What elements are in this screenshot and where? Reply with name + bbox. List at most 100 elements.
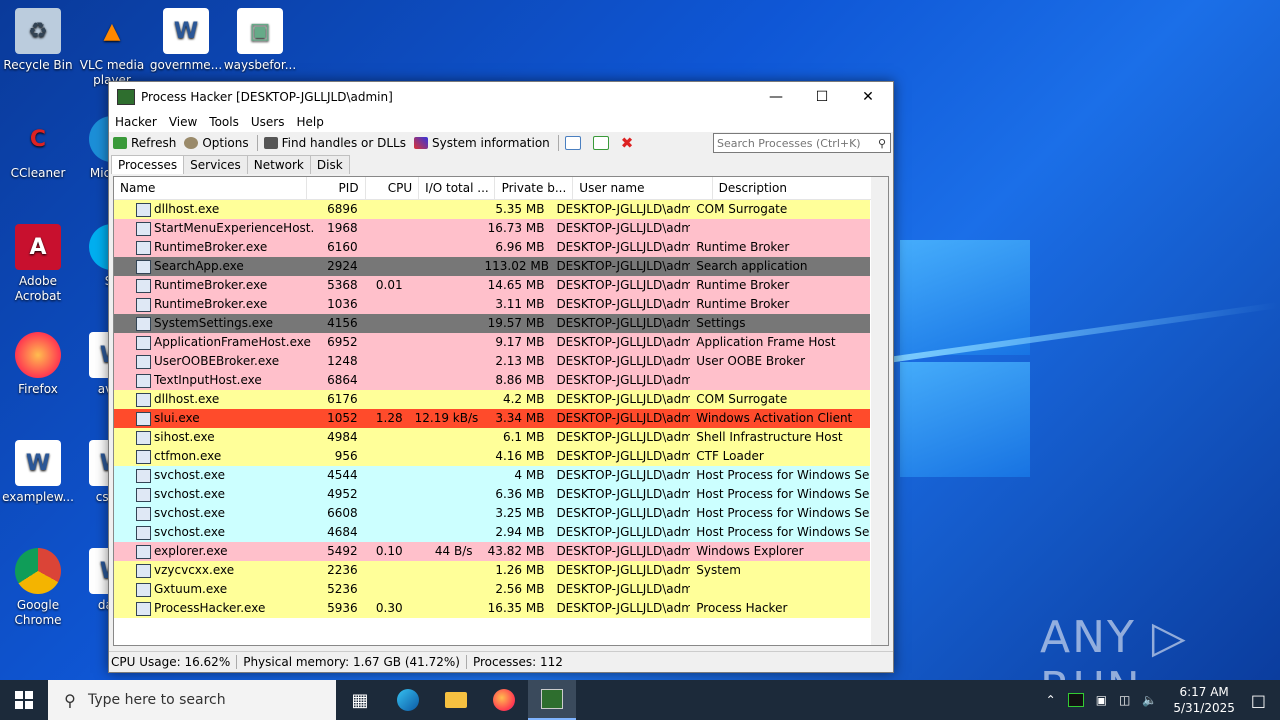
table-row[interactable]: RuntimeBroker.exe 6160 6.96 MB DESKTOP-JGLL… (114, 238, 870, 257)
process-hacker-window[interactable]: Process Hacker [DESKTOP-JGLLJLD\admin] —… (108, 81, 894, 673)
column-header-private-bytes[interactable]: Private b... (495, 177, 574, 199)
clock[interactable]: 6:17 AM 5/31/2025 (1173, 684, 1235, 716)
table-row[interactable]: SystemSettings.exe 4156 19.57 MB DESKTOP-JG… (114, 314, 870, 333)
cell-name: UserOOBEBroker.exe (114, 352, 314, 371)
start-button[interactable] (0, 680, 48, 720)
desktop-icon-waysbefor[interactable]: ▣ waysbefor... (222, 8, 298, 73)
cell-cpu (364, 561, 409, 580)
task-view-icon[interactable]: ▦ (336, 680, 384, 720)
process-icon (136, 203, 151, 217)
table-row[interactable]: svchost.exe 4684 2.94 MB DESKTOP-JGLLJLD\ad… (114, 523, 870, 542)
tab-services[interactable]: Services (183, 155, 248, 174)
tray-device-icon[interactable]: ▣ (1096, 693, 1107, 707)
table-row[interactable]: SearchApp.exe 2924 113.02 MB DESKTOP-JGLLJL… (114, 257, 870, 276)
clock-time: 6:17 AM (1179, 685, 1229, 699)
cell-io (409, 485, 479, 504)
notification-icon[interactable]: □ (1251, 691, 1266, 710)
terminate-button[interactable]: ✖ (621, 134, 634, 152)
table-row[interactable]: dllhost.exe 6896 5.35 MB DESKTOP-JGLLJLD\ad… (114, 200, 870, 219)
table-row[interactable]: StartMenuExperienceHost.... 1968 16.73 MB D… (114, 219, 870, 238)
table-row[interactable]: RuntimeBroker.exe 1036 3.11 MB DESKTOP-JGLL… (114, 295, 870, 314)
cell-desc: CTF Loader (696, 449, 764, 463)
window-button[interactable] (564, 136, 585, 150)
column-header-description[interactable]: Description (713, 177, 888, 199)
process-name: RuntimeBroker.exe (154, 297, 268, 311)
file-explorer-icon[interactable] (432, 680, 480, 720)
desktop-icon-adobe-acrobat[interactable]: A Adobe Acrobat (0, 224, 76, 304)
chrome-icon (15, 548, 61, 594)
cell-desc: Runtime Broker (696, 297, 790, 311)
cell-name: SystemSettings.exe (114, 314, 314, 333)
tray-app-icon[interactable] (1067, 693, 1084, 707)
minimize-button[interactable]: — (753, 82, 799, 112)
cell-io (409, 466, 479, 485)
column-header-pid[interactable]: PID (307, 177, 366, 199)
desktop-icon-examplew[interactable]: Wexamplew... (0, 440, 76, 505)
process-name: ctfmon.exe (154, 449, 222, 463)
cell-name: StartMenuExperienceHost.... (114, 219, 314, 238)
table-row[interactable]: svchost.exe 6608 3.25 MB DESKTOP-JGLLJLD\ad… (114, 504, 870, 523)
menu-help[interactable]: Help (296, 115, 323, 129)
cell-cpu (364, 333, 409, 352)
table-row[interactable]: vzycvcxx.exe 2236 1.26 MB DESKTOP-JGLLJLD\a… (114, 561, 870, 580)
table-row[interactable]: ctfmon.exe 956 4.16 MB DESKTOP-JGLLJLD\admi… (114, 447, 870, 466)
desktop-icon-governme[interactable]: Wgovernme... (148, 8, 224, 73)
table-row[interactable]: UserOOBEBroker.exe 1248 2.13 MB DESKTOP-JGL… (114, 352, 870, 371)
desktop-icon-recycle-bin[interactable]: ♻ Recycle Bin (0, 8, 76, 73)
table-row[interactable]: slui.exe 1052 1.28 12.19 kB/s 3.34 MB DESKTOP… (114, 409, 870, 428)
vertical-scrollbar[interactable] (871, 177, 888, 645)
table-row[interactable]: svchost.exe 4952 6.36 MB DESKTOP-JGLLJLD\ad… (114, 485, 870, 504)
table-row[interactable]: explorer.exe 5492 0.10 44 B/s 43.82 MB DESKTO… (114, 542, 870, 561)
new-window-button[interactable] (592, 136, 613, 150)
cell-pid: 2236 (327, 563, 358, 577)
desktop-icon-ccleaner[interactable]: C CCleaner (0, 116, 76, 181)
table-row[interactable]: RuntimeBroker.exe 5368 0.01 14.65 MB DESKTOP… (114, 276, 870, 295)
volume-icon[interactable]: 🔈 (1142, 693, 1157, 707)
cell-desc: Process Hacker (696, 601, 788, 615)
menu-hacker[interactable]: Hacker (115, 115, 157, 129)
desktop-icon-firefox[interactable]: Firefox (0, 332, 76, 397)
close-button[interactable]: ✕ (845, 82, 891, 112)
column-header-user-name[interactable]: User name (573, 177, 713, 199)
desktop-icon-vlc-media-player[interactable]: ▲ VLC media player (74, 8, 150, 88)
table-row[interactable]: sihost.exe 4984 6.1 MB DESKTOP-JGLLJLD\admi… (114, 428, 870, 447)
options-button[interactable]: Options (184, 136, 249, 150)
desktop-icon-google-chrome[interactable]: Google Chrome (0, 548, 76, 628)
menu-users[interactable]: Users (251, 115, 285, 129)
cell-name: ProcessHacker.exe (114, 599, 314, 618)
maximize-button[interactable]: ☐ (799, 82, 845, 112)
column-header-cpu[interactable]: CPU (366, 177, 420, 199)
taskbar-search-box[interactable]: ⚲ Type here to search (48, 680, 336, 720)
column-header-io[interactable]: I/O total ... (419, 177, 496, 199)
table-row[interactable]: dllhost.exe 6176 4.2 MB DESKTOP-JGLLJLD\adm… (114, 390, 870, 409)
chevron-up-icon[interactable]: ⌃ (1046, 693, 1056, 707)
process-name: ProcessHacker.exe (154, 601, 266, 615)
table-row[interactable]: Gxtuum.exe 5236 2.56 MB DESKTOP-JGLLJLD\adm… (114, 580, 870, 599)
tab-network[interactable]: Network (246, 155, 311, 174)
menu-view[interactable]: View (169, 115, 197, 129)
column-header-name[interactable]: Name (114, 177, 308, 199)
cell-cpu (364, 485, 409, 504)
process-list[interactable]: Name PID CPU I/O total ... Private b... … (113, 176, 889, 646)
network-icon[interactable]: ◫ (1119, 693, 1130, 707)
find-handles-button[interactable]: Find handles or DLLs (263, 136, 406, 150)
tab-disk[interactable]: Disk (309, 155, 350, 174)
cell-pid: 4952 (327, 487, 358, 501)
search-icon[interactable]: ⚲ (878, 137, 886, 150)
table-row[interactable]: svchost.exe 4544 4 MB DESKTOP-JGLLJLD\admi H… (114, 466, 870, 485)
search-processes-box[interactable]: ⚲ (713, 133, 891, 153)
edge-taskbar-icon[interactable] (384, 680, 432, 720)
table-row[interactable]: ProcessHacker.exe 5936 0.30 16.35 MB DESKTOP… (114, 599, 870, 618)
system-information-button[interactable]: System information (413, 136, 550, 150)
tab-processes[interactable]: Processes (111, 155, 185, 174)
table-row[interactable]: TextInputHost.exe 6864 8.86 MB DESKTOP-JGLL… (114, 371, 870, 390)
menu-tools[interactable]: Tools (209, 115, 239, 129)
table-row[interactable]: ApplicationFrameHost.exe 6952 9.17 MB DESKT… (114, 333, 870, 352)
process-hacker-taskbar-icon[interactable] (528, 680, 576, 720)
refresh-button[interactable]: Refresh (113, 136, 176, 150)
desktop-icon-label: waysbefor... (223, 58, 297, 72)
title-bar[interactable]: Process Hacker [DESKTOP-JGLLJLD\admin] —… (109, 82, 893, 112)
firefox-taskbar-icon[interactable] (480, 680, 528, 720)
desktop-icon-label: Adobe Acrobat (14, 274, 62, 303)
search-processes-input[interactable] (714, 135, 869, 151)
